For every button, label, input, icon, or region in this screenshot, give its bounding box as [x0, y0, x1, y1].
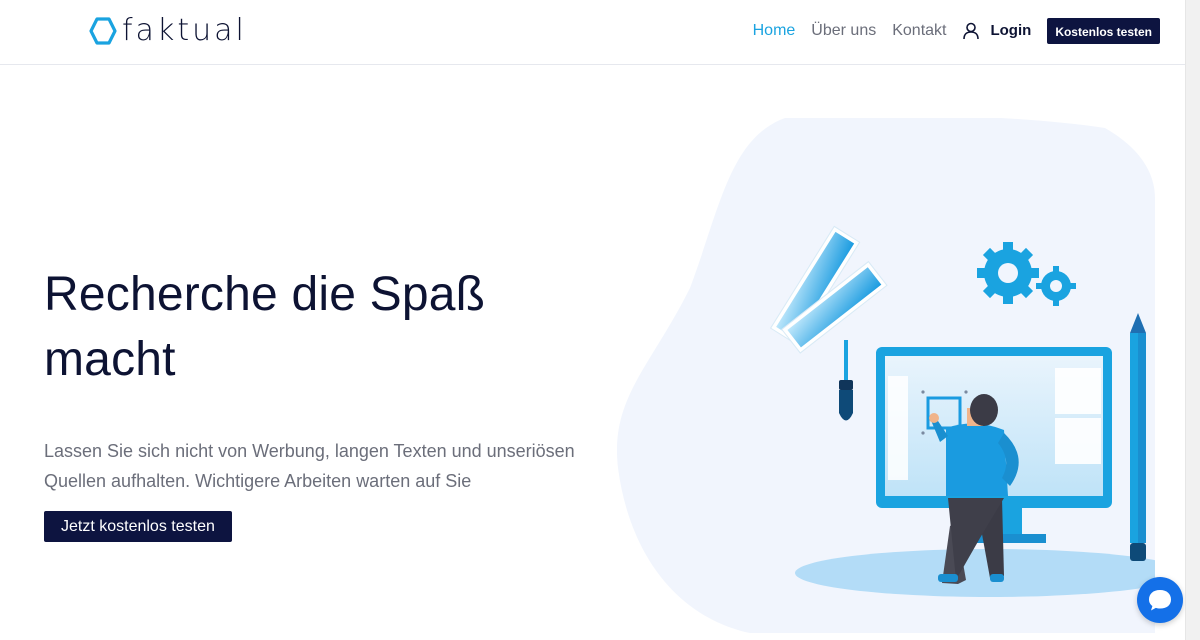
- pencil-icon: [1130, 313, 1146, 561]
- brand-name: faktual: [122, 13, 247, 48]
- kostenlos-testen-button[interactable]: Kostenlos testen: [1047, 18, 1160, 44]
- hexagon-logo-icon: [89, 17, 117, 45]
- brand-logo[interactable]: faktual: [88, 14, 247, 48]
- nav-home[interactable]: Home: [753, 18, 796, 44]
- page-scrollbar[interactable]: [1185, 0, 1200, 640]
- user-icon: [963, 22, 980, 40]
- hero-cta-button[interactable]: Jetzt kostenlos testen: [44, 511, 232, 542]
- site-header: faktual Home Über uns Kontakt Login Kost…: [0, 0, 1185, 65]
- login-link[interactable]: Login: [962, 18, 1031, 44]
- nav-kontakt[interactable]: Kontakt: [892, 18, 946, 44]
- hero-illustration: [617, 118, 1155, 633]
- chat-button[interactable]: [1137, 577, 1183, 623]
- hero-title: Recherche die Spaß macht: [44, 268, 486, 386]
- hero-description: Lassen Sie sich nicht von Werbung, lange…: [44, 441, 575, 491]
- nav-ueber-uns[interactable]: Über uns: [811, 18, 876, 44]
- login-label: Login: [990, 22, 1032, 39]
- chat-bubble-icon: [1149, 590, 1171, 611]
- main-nav: Home Über uns Kontakt Login Kostenlos te…: [753, 18, 1160, 44]
